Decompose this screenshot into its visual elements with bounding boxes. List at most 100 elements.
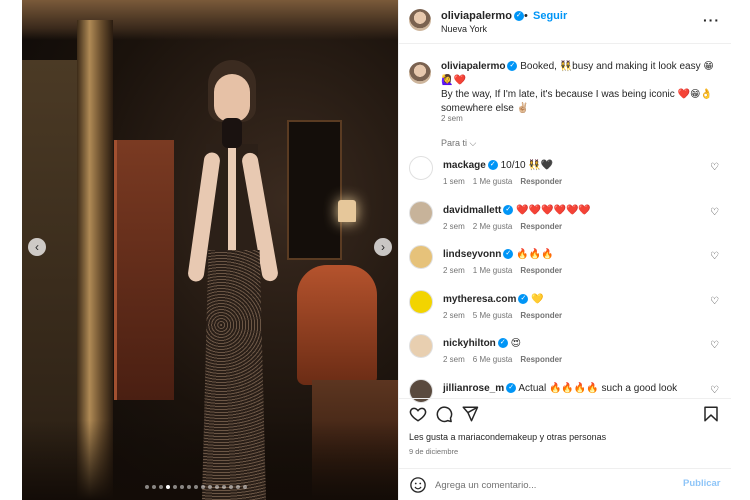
comment-item: mytheresa.com ✓ 💛 2 sem 5 Me gusta Responder… — [399, 284, 731, 328]
woman-figure — [172, 60, 292, 500]
caption-avatar[interactable] — [409, 62, 431, 84]
comment-likes[interactable]: 1 Me gusta — [473, 266, 513, 275]
comment-line: jillianrose_m ✓ Actual 🔥🔥🔥🔥 such a good l… — [443, 383, 677, 394]
comment-username[interactable]: mackage — [443, 160, 486, 171]
verified-icon: ✓ — [497, 338, 508, 349]
comment-like-icon[interactable]: ♡ — [710, 207, 719, 218]
comment-avatar[interactable] — [409, 156, 433, 180]
comment-text: 😍 — [510, 338, 522, 349]
comment-time: 1 sem — [443, 177, 465, 186]
comment-username[interactable]: mytheresa.com — [443, 294, 516, 305]
comment-avatar[interactable] — [409, 289, 433, 314]
comment-like-icon[interactable]: ♡ — [710, 251, 719, 262]
comment-line: mytheresa.com ✓ 💛 — [443, 294, 544, 305]
comment-likes[interactable]: 6 Me gusta — [473, 355, 513, 364]
author-avatar[interactable] — [409, 9, 431, 31]
reply-button[interactable]: Responder — [520, 311, 562, 320]
reply-button[interactable]: Responder — [520, 355, 562, 364]
comment-item: nickyhilton ✓ 😍 2 sem 6 Me gusta Responder ♡ — [399, 328, 731, 372]
carousel-dot — [215, 485, 219, 489]
comment-username[interactable]: jillianrose_m — [443, 383, 504, 394]
carousel-dots — [145, 485, 247, 489]
comment-avatar[interactable] — [409, 200, 433, 225]
sort-dropdown[interactable]: Para ti ⌵ — [441, 138, 476, 149]
caption-line-3: somewhere else ✌🏼 — [441, 103, 530, 114]
back-doorway — [287, 120, 342, 260]
follow-button[interactable]: Seguir — [533, 10, 567, 22]
comment-item: lindseyvonn ✓ 🔥🔥🔥 2 sem 1 Me gusta Responder… — [399, 239, 731, 283]
bookmark-icon[interactable] — [702, 405, 720, 423]
comment-like-icon[interactable]: ♡ — [710, 340, 719, 351]
reply-button[interactable]: Responder — [520, 266, 562, 275]
verified-icon: ✓ — [518, 293, 529, 304]
comment-username[interactable]: nickyhilton — [443, 338, 496, 349]
comment-line: davidmallett ✓ ❤️❤️❤️❤️❤️❤️ — [443, 205, 591, 216]
comment-time: 2 sem — [443, 310, 465, 320]
face — [214, 74, 250, 122]
verified-icon: ✓ — [513, 11, 524, 22]
carousel-dot — [166, 485, 170, 489]
sequin-dress — [202, 250, 266, 500]
comment-icon[interactable] — [435, 405, 453, 423]
verified-icon: ✓ — [506, 382, 517, 393]
carousel-prev-button[interactable]: ‹ — [28, 238, 46, 256]
carousel-dot — [152, 485, 156, 489]
comment-meta: 2 sem 6 Me gusta Responder — [443, 355, 570, 364]
post-photo[interactable] — [22, 0, 398, 500]
caption-time: 2 sem — [441, 114, 463, 123]
comment-like-icon[interactable]: ♡ — [710, 385, 719, 396]
comment-username[interactable]: davidmallett — [443, 205, 501, 216]
neck-scarf — [222, 118, 242, 148]
carousel-dot — [187, 485, 191, 489]
table-lamp — [338, 200, 356, 222]
more-icon[interactable]: ··· — [703, 12, 720, 28]
comment-meta: 2 sem 5 Me gusta Responder — [443, 311, 570, 320]
armchair — [297, 265, 377, 385]
author-username[interactable]: oliviapalermo ✓ — [441, 10, 524, 22]
comment-bar: Publicar — [399, 468, 731, 500]
comment-text: ❤️❤️❤️❤️❤️❤️ — [516, 204, 591, 216]
verified-icon: ✓ — [487, 160, 498, 171]
caption-username[interactable]: oliviapalermo — [441, 61, 505, 72]
carousel-dot — [173, 485, 177, 489]
comment-text: 10/10 👯‍♀️🖤 — [500, 160, 554, 171]
comment-username[interactable]: lindseyvonn — [443, 249, 501, 260]
comment-like-icon[interactable]: ♡ — [710, 162, 719, 173]
separator-dot: • — [524, 10, 528, 22]
post-side-panel: oliviapalermo ✓ • Seguir Nueva York ··· o… — [398, 0, 731, 500]
publish-button[interactable]: Publicar — [683, 478, 721, 489]
reply-button[interactable]: Responder — [520, 177, 562, 186]
comment-meta: 2 sem 1 Me gusta Responder — [443, 266, 570, 275]
carousel-next-button[interactable]: › — [374, 238, 392, 256]
share-icon[interactable] — [461, 405, 479, 423]
caption-text: oliviapalermo ✓ Booked, 👯‍♀️busy and maki… — [441, 60, 721, 116]
comment-avatar[interactable] — [409, 245, 433, 269]
comment-time: 2 sem — [443, 266, 465, 275]
carousel-dot — [208, 485, 212, 489]
carousel-dot — [229, 485, 233, 489]
comment-likes[interactable]: 1 Me gusta — [473, 177, 513, 186]
likes-summary[interactable]: Les gusta a mariacondemakeup y otras per… — [409, 432, 606, 442]
heart-icon[interactable] — [409, 405, 427, 423]
caption-line-2: By the way, If I'm late, it's because I … — [441, 89, 713, 100]
comment-likes[interactable]: 5 Me gusta — [473, 311, 513, 320]
comment-input[interactable] — [435, 477, 665, 493]
comment-text: Actual 🔥🔥🔥🔥 such a good look — [518, 382, 678, 394]
carousel-dot — [159, 485, 163, 489]
comment-avatar[interactable] — [409, 334, 433, 358]
post-date: 9 de diciembre — [409, 447, 459, 456]
comment-item: davidmallett ✓ ❤️❤️❤️❤️❤️❤️ 2 sem 2 Me gust… — [399, 195, 731, 239]
emoji-icon[interactable] — [409, 476, 427, 494]
comment-item: mackage ✓ 10/10 👯‍♀️🖤 1 sem 1 Me gusta Respo… — [399, 150, 731, 194]
comment-text: 🔥🔥🔥 — [516, 249, 554, 260]
comment-line: nickyhilton ✓ 😍 — [443, 338, 521, 349]
post-header: oliviapalermo ✓ • Seguir Nueva York ··· — [399, 0, 731, 44]
reply-button[interactable]: Responder — [520, 222, 562, 231]
carousel-dot — [243, 485, 247, 489]
comment-line: mackage ✓ 10/10 👯‍♀️🖤 — [443, 160, 553, 171]
verified-icon: ✓ — [507, 61, 518, 72]
location-link[interactable]: Nueva York — [441, 24, 487, 34]
comment-likes[interactable]: 2 Me gusta — [473, 222, 513, 231]
comment-like-icon[interactable]: ♡ — [710, 296, 719, 307]
red-door — [114, 140, 174, 400]
